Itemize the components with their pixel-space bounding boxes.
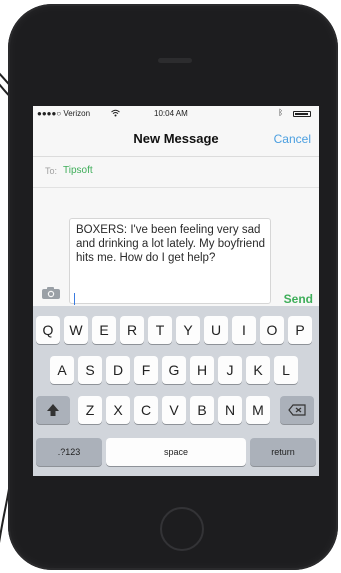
space-key[interactable]: space xyxy=(106,438,246,466)
shift-key[interactable] xyxy=(36,396,70,424)
wifi-icon xyxy=(111,109,120,117)
key-n[interactable]: N xyxy=(218,396,242,424)
send-button[interactable]: Send xyxy=(284,292,313,306)
carrier-label: ●●●●○ Verizon xyxy=(37,109,91,118)
key-d[interactable]: D xyxy=(106,356,130,384)
key-b[interactable]: B xyxy=(190,396,214,424)
numbers-key[interactable]: .?123 xyxy=(36,438,102,466)
keyboard: Q W E R T Y U I O P A S D F G H J K L Z … xyxy=(33,306,319,476)
key-h[interactable]: H xyxy=(190,356,214,384)
shift-icon xyxy=(47,404,59,416)
key-g[interactable]: G xyxy=(162,356,186,384)
home-button[interactable] xyxy=(160,507,204,551)
key-u[interactable]: U xyxy=(204,316,228,344)
key-q[interactable]: Q xyxy=(36,316,60,344)
key-v[interactable]: V xyxy=(162,396,186,424)
nav-bar: New Message Cancel xyxy=(33,122,319,157)
bluetooth-icon: ᛒ xyxy=(278,108,283,117)
return-key[interactable]: return xyxy=(250,438,316,466)
key-x[interactable]: X xyxy=(106,396,130,424)
speaker-grille xyxy=(158,58,192,63)
key-s[interactable]: S xyxy=(78,356,102,384)
key-z[interactable]: Z xyxy=(78,396,102,424)
key-i[interactable]: I xyxy=(232,316,256,344)
key-c[interactable]: C xyxy=(134,396,158,424)
compose-area: BOXERS: I've been feeling very sad and d… xyxy=(33,188,319,306)
key-e[interactable]: E xyxy=(92,316,116,344)
key-l[interactable]: L xyxy=(274,356,298,384)
recipient-field[interactable]: To: Tipsoft xyxy=(33,157,319,188)
message-input[interactable]: BOXERS: I've been feeling very sad and d… xyxy=(69,218,271,305)
status-bar: ●●●●○ Verizon 10:04 AM ᛒ xyxy=(33,106,319,122)
key-j[interactable]: J xyxy=(218,356,242,384)
key-m[interactable]: M xyxy=(246,396,270,424)
message-text: BOXERS: I've been feeling very sad and d… xyxy=(76,224,265,264)
delete-icon xyxy=(288,404,306,416)
cancel-button[interactable]: Cancel xyxy=(274,132,311,146)
key-o[interactable]: O xyxy=(260,316,284,344)
key-a[interactable]: A xyxy=(50,356,74,384)
key-w[interactable]: W xyxy=(64,316,88,344)
status-time: 10:04 AM xyxy=(154,109,188,118)
key-f[interactable]: F xyxy=(134,356,158,384)
key-p[interactable]: P xyxy=(288,316,312,344)
camera-icon[interactable] xyxy=(41,286,61,300)
key-y[interactable]: Y xyxy=(176,316,200,344)
to-label: To: xyxy=(45,166,58,176)
key-r[interactable]: R xyxy=(120,316,144,344)
key-k[interactable]: K xyxy=(246,356,270,384)
battery-icon xyxy=(293,111,311,117)
key-t[interactable]: T xyxy=(148,316,172,344)
text-cursor xyxy=(74,293,75,305)
recipient-name[interactable]: Tipsoft xyxy=(63,165,93,176)
screen: ●●●●○ Verizon 10:04 AM ᛒ New Message Can… xyxy=(33,106,319,476)
delete-key[interactable] xyxy=(280,396,314,424)
